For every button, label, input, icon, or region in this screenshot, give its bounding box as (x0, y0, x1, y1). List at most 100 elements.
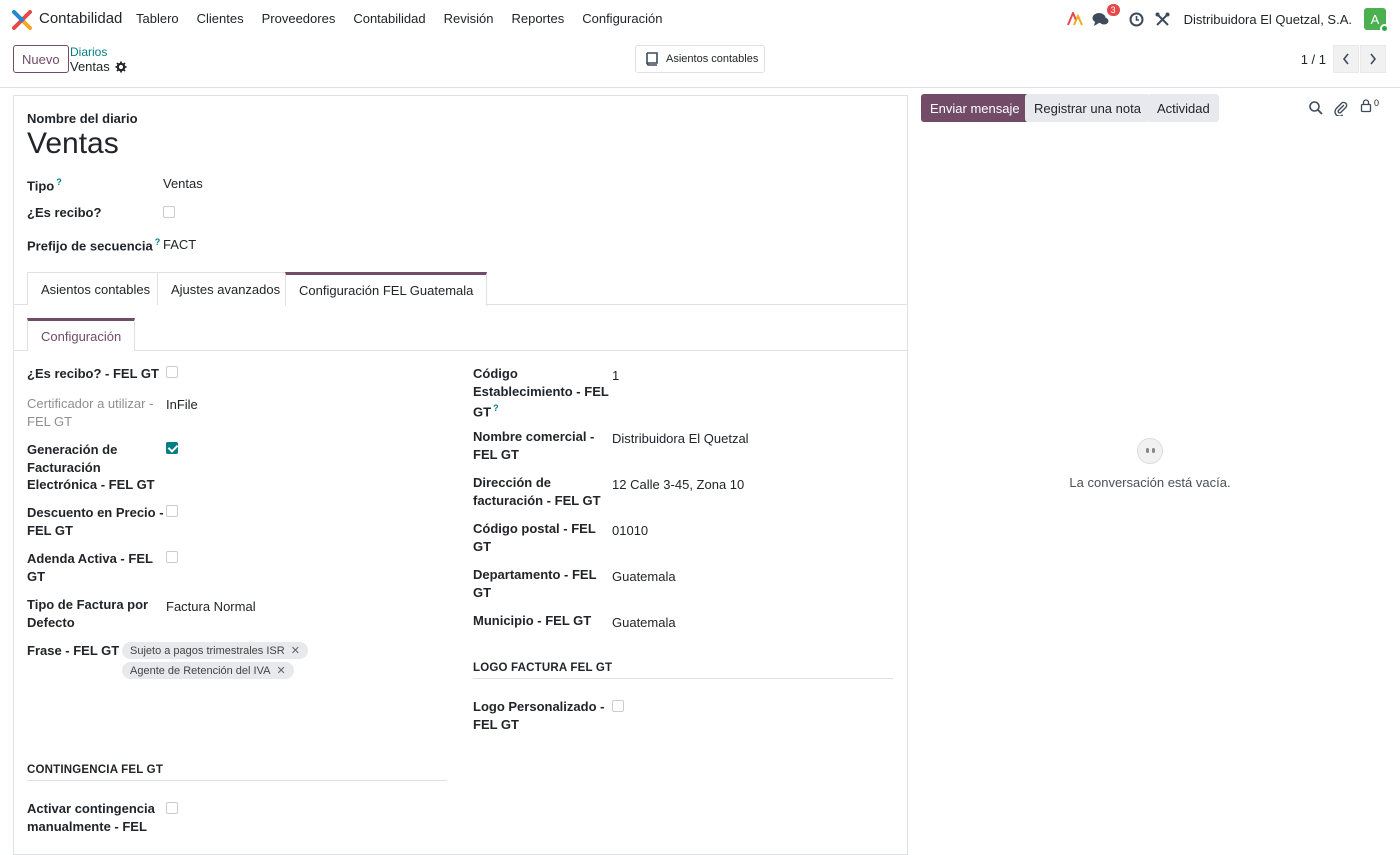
breadcrumb-current-label: Ventas (70, 59, 110, 74)
help-icon[interactable]: ? (155, 237, 161, 247)
nombre-com-label-line: Nombre comercial - (473, 429, 595, 444)
main-menu: Tablero Clientes Proveedores Contabilida… (136, 11, 680, 26)
new-button[interactable]: Nuevo (13, 45, 69, 73)
adenda-label-line: Adenda Activa - FEL (27, 551, 153, 566)
prefijo-field[interactable]: FACT (163, 236, 196, 254)
direccion-label-line: Dirección de (473, 475, 552, 490)
generacion-label-line: Electrónica - FEL GT (27, 477, 155, 492)
tab-asientos-contables[interactable]: Asientos contables (27, 272, 165, 305)
certificador-label-line: Certificador a utilizar - (27, 396, 154, 411)
sub-notebook-tabs: Configuración (14, 318, 907, 351)
departamento-field[interactable]: Guatemala (612, 568, 676, 586)
menu-item-configuracion[interactable]: Configuración (582, 11, 662, 26)
breadcrumb-current: Ventas (70, 59, 127, 74)
codigo-establecimiento-field[interactable]: 1 (612, 367, 619, 385)
accounting-app-icon[interactable] (12, 10, 32, 30)
online-status-dot (1380, 24, 1389, 33)
send-message-button[interactable]: Enviar mensaje (921, 94, 1029, 122)
app-name[interactable]: Contabilidad (39, 10, 122, 27)
pager-previous-button[interactable] (1333, 45, 1359, 73)
lock-user-icon (1360, 99, 1372, 113)
certificador-label: Certificador a utilizar - FEL GT (27, 395, 153, 430)
departamento-label: Departamento - FEL GT (473, 566, 597, 601)
logo-personalizado-label: Logo Personalizado - FEL GT (473, 698, 604, 733)
form-sheet: Nombre del diario Ventas Tipo? Ventas ¿E… (13, 95, 908, 855)
search-icon[interactable] (1308, 100, 1324, 116)
prefijo-label: Prefijo de secuencia? (27, 234, 160, 255)
menu-item-clientes[interactable]: Clientes (197, 11, 244, 26)
nombre-comercial-field[interactable]: Distribuidora El Quetzal (612, 430, 749, 448)
paperclip-icon[interactable] (1333, 100, 1349, 116)
codigo-postal-label: Código postal - FEL GT (473, 520, 596, 555)
ai-assistant-icon[interactable] (1066, 10, 1084, 28)
certificador-field: InFile (166, 397, 198, 412)
activity-clock-icon[interactable] (1128, 10, 1146, 28)
messages-icon[interactable]: 3 (1092, 4, 1120, 28)
tipo-factura-label-line: Tipo de Factura por (27, 597, 149, 612)
frase-tag-label: Agente de Retención del IVA (130, 664, 271, 677)
subtab-configuracion[interactable]: Configuración (27, 318, 136, 351)
journal-name-field[interactable]: Ventas (27, 127, 119, 161)
direccion-label: Dirección de facturación - FEL GT (473, 474, 601, 509)
remove-tag-icon[interactable]: ✕ (276, 664, 285, 677)
help-icon[interactable]: ? (493, 403, 499, 413)
help-icon[interactable]: ? (56, 177, 62, 187)
codigo-establecimiento-label: Código Establecimiento - FEL GT? (473, 365, 609, 421)
log-note-button[interactable]: Registrar una nota (1025, 94, 1150, 122)
tipo-factura-label: Tipo de Factura por Defecto (27, 596, 148, 631)
pager-value[interactable]: 1 / 1 (1301, 52, 1326, 67)
logo-label-line: Logo Personalizado - (473, 699, 605, 714)
direccion-field[interactable]: 12 Calle 3-45, Zona 10 (612, 476, 744, 494)
activity-button[interactable]: Actividad (1148, 94, 1219, 122)
descuento-checkbox[interactable] (166, 505, 178, 517)
codigo-est-label-line: Código (473, 366, 518, 381)
frase-label: Frase - FEL GT (27, 643, 120, 658)
generacion-label: Generación de Facturación Electrónica - FE… (27, 441, 155, 494)
tipo-field[interactable]: Ventas (163, 175, 203, 193)
descuento-label-line: Descuento en Precio - (27, 505, 164, 520)
depto-label-line: Departamento - FEL (473, 567, 597, 582)
followers-button[interactable]: 0 (1359, 98, 1379, 113)
generacion-checkbox[interactable] (166, 442, 178, 454)
menu-item-contabilidad[interactable]: Contabilidad (353, 11, 425, 26)
adenda-label-line: GT (27, 568, 46, 584)
user-avatar[interactable]: A (1364, 8, 1389, 33)
postal-label-line: GT (473, 538, 492, 554)
notebook-tabs: Asientos contables Ajustes avanzados Con… (14, 272, 907, 306)
avatar-letter: A (1370, 11, 1380, 27)
municipio-field[interactable]: Guatemala (612, 614, 676, 632)
followers-count: 0 (1374, 98, 1380, 108)
es-recibo-fel-label: ¿Es recibo? - FEL GT (27, 366, 159, 381)
logo-personalizado-checkbox[interactable] (612, 700, 624, 712)
contingencia-section-title: CONTINGENCIA FEL GT (27, 764, 164, 776)
section-divider (27, 780, 447, 781)
es-recibo-fel-checkbox[interactable] (166, 366, 178, 378)
menu-item-proveedores[interactable]: Proveedores (262, 11, 336, 26)
tab-configuracion-fel[interactable]: Configuración FEL Guatemala (285, 272, 488, 306)
company-switcher[interactable]: Distribuidora El Quetzal, S.A. (1184, 12, 1352, 27)
journal-entries-smart-button[interactable]: Asientos contables (635, 45, 765, 73)
nombre-com-label-line: FEL GT (473, 446, 519, 462)
menu-item-revision[interactable]: Revisión (444, 11, 494, 26)
adenda-checkbox[interactable] (166, 551, 178, 563)
tipo-label-text: Tipo (27, 178, 55, 194)
activar-contingencia-checkbox[interactable] (166, 802, 178, 814)
empty-conversation-icon (1137, 438, 1163, 464)
tab-ajustes-avanzados[interactable]: Ajustes avanzados (157, 272, 295, 305)
activar-label-line: manualmente - FEL (27, 818, 147, 834)
navbar-systray: 3 Distribuidora El Quetzal, S.A. A (1058, 4, 1389, 33)
tipo-factura-field[interactable]: Factura Normal (166, 598, 256, 616)
journal-name-label: Nombre del diario (27, 111, 138, 126)
pager-next-button[interactable] (1360, 45, 1386, 73)
es-recibo-checkbox[interactable] (163, 206, 175, 218)
breadcrumb-diarios[interactable]: Diarios (70, 45, 107, 59)
codigo-postal-field[interactable]: 01010 (612, 522, 648, 540)
gear-icon[interactable] (115, 61, 127, 73)
remove-tag-icon[interactable]: ✕ (291, 644, 300, 657)
menu-item-reportes[interactable]: Reportes (511, 11, 564, 26)
menu-item-tablero[interactable]: Tablero (136, 11, 179, 26)
tipo-label: Tipo? (27, 174, 62, 195)
adenda-label: Adenda Activa - FEL GT (27, 550, 153, 585)
chevron-left-icon (1342, 53, 1349, 65)
tools-icon[interactable] (1154, 10, 1172, 28)
